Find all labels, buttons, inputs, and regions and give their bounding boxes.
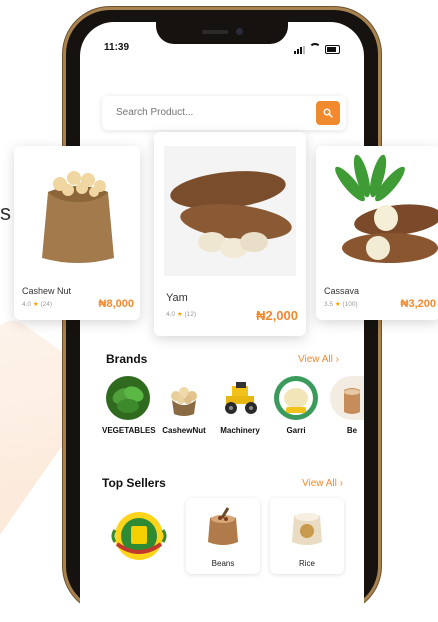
brand-label: VEGETABLES: [102, 426, 156, 435]
seller-logo-icon: [111, 512, 167, 560]
beans-icon: [330, 376, 364, 420]
vegetables-icon: [106, 376, 150, 420]
search-button[interactable]: [316, 101, 340, 125]
brands-view-all-link[interactable]: View All ›: [298, 354, 339, 365]
wifi-icon: [309, 43, 321, 54]
notch: [156, 22, 288, 44]
cassava-image: [335, 154, 438, 263]
product-rating: 4.0 ★ (12): [166, 311, 197, 318]
garri-icon: [274, 376, 318, 420]
product-name: Cassava: [324, 286, 360, 296]
star-icon: ★: [176, 311, 183, 318]
brands-title: Brands: [106, 352, 148, 366]
top-sellers-title: Top Sellers: [102, 476, 166, 490]
cashew-icon: [162, 376, 206, 420]
brand-item-cashewnut[interactable]: CashewNut: [158, 376, 210, 435]
cashew-sack-image: [42, 171, 114, 263]
seller-label: Beans: [211, 559, 235, 568]
brand-label: Garri: [286, 426, 306, 435]
seller-label: Rice: [298, 559, 315, 568]
search-input[interactable]: [114, 106, 308, 119]
battery-icon: [325, 45, 340, 54]
brand-item-vegetables[interactable]: VEGETABLES: [102, 376, 156, 435]
signal-icon: [294, 46, 305, 54]
product-price: ₦2,000: [256, 308, 298, 323]
beans-sack-icon: [208, 507, 238, 545]
search-bar: [102, 96, 346, 130]
brand-item-beans[interactable]: Be: [326, 376, 364, 435]
yam-image: [170, 171, 292, 258]
product-rating: 3.5 ★ (100): [324, 301, 358, 308]
status-time: 11:39: [104, 42, 130, 53]
star-icon: ★: [32, 301, 39, 308]
camera: [236, 28, 243, 35]
product-card-cashew-nut[interactable]: Cashew Nut 4.0 ★ (24) ₦8,000: [14, 146, 140, 320]
product-card-cassava[interactable]: Cassava 3.5 ★ (100) ₦3,200: [316, 146, 438, 320]
star-icon: ★: [334, 301, 341, 308]
tractor-icon: [218, 376, 262, 420]
product-price: ₦8,000: [98, 298, 134, 310]
rice-sack-icon: [292, 513, 322, 545]
product-name: Yam: [166, 292, 188, 304]
brand-label: Be: [346, 426, 358, 435]
speaker: [202, 30, 228, 34]
product-name: Cashew Nut: [22, 286, 72, 296]
seller-card-rice[interactable]: Rice: [270, 498, 344, 574]
product-card-yam[interactable]: Yam 4.0 ★ (12) ₦2,000: [154, 132, 306, 336]
seller-card[interactable]: [102, 498, 176, 574]
brand-item-machinery[interactable]: Machinery: [214, 376, 266, 435]
brand-label: CashewNut: [162, 426, 206, 435]
brand-item-garri[interactable]: Garri: [270, 376, 322, 435]
search-icon: [323, 108, 333, 118]
brand-label: Machinery: [220, 426, 260, 435]
status-icons: [294, 43, 340, 54]
edge-text: s: [0, 200, 11, 225]
product-price: ₦3,200: [400, 298, 436, 310]
top-sellers-view-all-link[interactable]: View All ›: [302, 478, 343, 489]
product-rating: 4.0 ★ (24): [22, 301, 53, 308]
seller-card-beans[interactable]: Beans: [186, 498, 260, 574]
